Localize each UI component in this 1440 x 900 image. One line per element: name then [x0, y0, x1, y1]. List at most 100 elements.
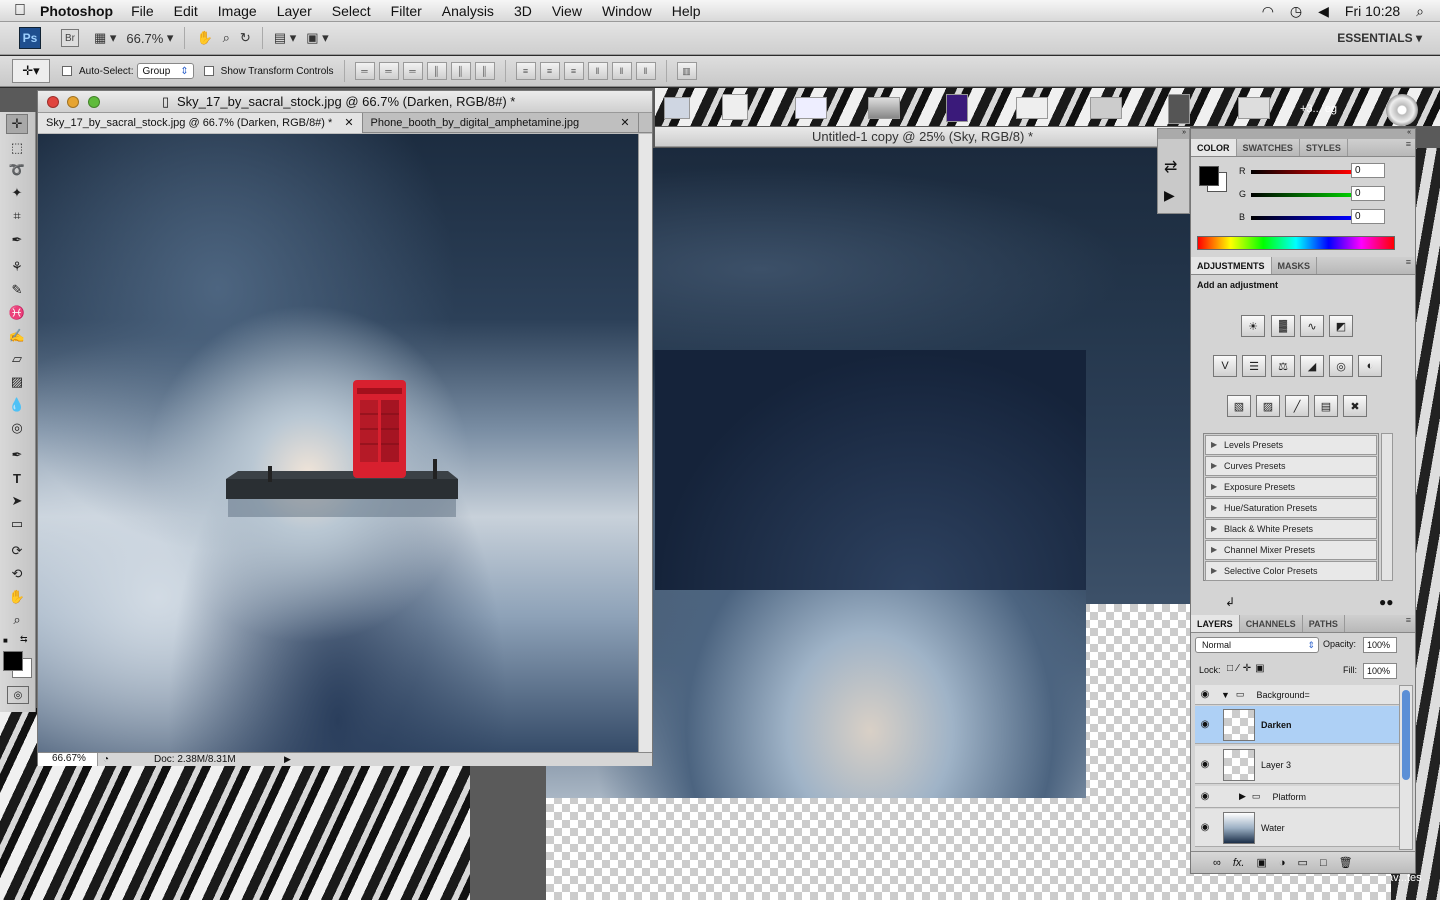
new-group-icon[interactable]: ▭ [1298, 856, 1308, 869]
layers-scrollbar-thumb[interactable] [1402, 690, 1410, 780]
clip-to-layer-icon[interactable]: ●● [1379, 595, 1394, 609]
blur-tool-icon[interactable]: 💧 [6, 395, 28, 415]
quick-mask-icon[interactable]: ◎ [7, 686, 29, 704]
layer-row-water[interactable]: ◉ Water [1195, 809, 1399, 847]
close-tab-icon[interactable]: ✕ [620, 113, 629, 133]
arrange-documents-button[interactable]: ▤ ▾ [269, 27, 301, 49]
auto-select-checkbox[interactable] [62, 66, 72, 76]
menu-edit[interactable]: Edit [174, 3, 198, 19]
distribute-top-button[interactable]: ≡ [515, 62, 536, 80]
move-tool-preset-picker[interactable]: ✛▾ [12, 59, 50, 83]
menu-filter[interactable]: Filter [391, 3, 422, 19]
auto-select-target-select[interactable]: Group ⇕ [137, 63, 194, 79]
tab-paths[interactable]: PATHS [1303, 615, 1345, 632]
desktop-file-thumbnail[interactable] [946, 94, 968, 122]
add-mask-icon[interactable]: ▣ [1256, 856, 1266, 869]
pen-tool-icon[interactable]: ✒ [6, 445, 28, 465]
layers-scrollbar[interactable] [1399, 685, 1413, 850]
new-adjustment-layer-icon[interactable]: ◑ [1279, 857, 1286, 869]
align-vertical-center-button[interactable]: ═ [378, 62, 399, 80]
shape-tool-icon[interactable]: ▭ [6, 514, 28, 534]
menu-select[interactable]: Select [332, 3, 371, 19]
disclosure-triangle-icon[interactable]: ▶ [1239, 791, 1246, 802]
vertical-scrollbar[interactable] [638, 134, 652, 752]
tab-adjustments[interactable]: ADJUSTMENTS [1191, 257, 1272, 274]
desktop-file-thumbnail[interactable] [868, 97, 900, 119]
lasso-tool-icon[interactable]: ➰ [6, 160, 28, 180]
status-menu-arrow-icon[interactable]: ▶ [284, 754, 291, 765]
magic-wand-tool-icon[interactable]: ✦ [6, 183, 28, 203]
preset-black-white[interactable]: Black & White Presets [1205, 519, 1377, 539]
disc-drive-icon[interactable] [1386, 94, 1418, 126]
bridge-launch-button[interactable]: Br [61, 29, 79, 47]
link-layers-icon[interactable]: ∞ [1213, 857, 1221, 869]
hand-tool-icon[interactable]: ✋ [191, 27, 217, 49]
green-channel-slider[interactable] [1251, 193, 1351, 197]
preset-selective-color[interactable]: Selective Color Presets [1205, 561, 1377, 581]
document-title-untitled[interactable]: Untitled-1 copy @ 25% (Sky, RGB/8) * [655, 127, 1190, 147]
align-top-button[interactable]: ═ [354, 62, 375, 80]
eraser-tool-icon[interactable]: ▱ [6, 349, 28, 369]
panel-menu-icon[interactable]: ≡ [1406, 257, 1415, 274]
fill-input[interactable]: 100% [1363, 663, 1397, 679]
desktop-file-thumbnail[interactable] [1016, 97, 1048, 119]
history-panel-icon[interactable]: ⇄ [1164, 157, 1177, 177]
menu-view[interactable]: View [552, 3, 582, 19]
workspace-switcher[interactable]: ESSENTIALS ▾ [1337, 31, 1422, 45]
status-info-icon[interactable]: ◔ [98, 754, 114, 765]
visibility-eye-icon[interactable]: ◉ [1195, 822, 1215, 833]
hand-tool-icon[interactable]: ✋ [6, 587, 28, 607]
visibility-eye-icon[interactable]: ◉ [1195, 719, 1215, 730]
levels-icon[interactable]: ▓ [1271, 315, 1295, 337]
visibility-eye-icon[interactable]: ◉ [1195, 791, 1215, 802]
preset-curves[interactable]: Curves Presets [1205, 456, 1377, 476]
close-tab-icon[interactable]: ✕ [344, 113, 353, 133]
color-spectrum-ramp[interactable] [1197, 236, 1395, 250]
rotate-view-icon[interactable]: ↻ [235, 27, 256, 49]
layer-group-row[interactable]: ◉ ▼ ▭ Background= [1195, 685, 1399, 705]
history-brush-tool-icon[interactable]: ✍ [6, 326, 28, 346]
tab-phone-booth-document[interactable]: Phone_booth_by_digital_amphetamine.jpg ✕ [363, 113, 639, 133]
apple-menu-icon[interactable]:  [0, 2, 40, 20]
clone-stamp-tool-icon[interactable]: ♓ [6, 303, 28, 323]
distribute-vertical-center-button[interactable]: ≡ [539, 62, 560, 80]
show-transform-controls-checkbox[interactable] [203, 66, 214, 76]
posterize-icon[interactable]: ▨ [1256, 395, 1280, 417]
foreground-color-swatch[interactable] [3, 651, 23, 671]
gradient-tool-icon[interactable]: ▨ [6, 372, 28, 392]
align-right-button[interactable]: ║ [474, 62, 495, 80]
blend-mode-select[interactable]: Normal ⇕ [1195, 637, 1319, 653]
distribute-right-button[interactable]: ‖ [635, 62, 656, 80]
desktop-file-thumbnail[interactable] [664, 97, 690, 119]
blue-channel-input[interactable]: 0 [1351, 209, 1385, 224]
menu-layer[interactable]: Layer [277, 3, 312, 19]
preset-hue-saturation[interactable]: Hue/Saturation Presets [1205, 498, 1377, 518]
visibility-eye-icon[interactable]: ◉ [1195, 689, 1215, 700]
menu-help[interactable]: Help [672, 3, 701, 19]
photo-filter-icon[interactable]: ◎ [1329, 355, 1353, 377]
panel-menu-icon[interactable]: ≡ [1406, 615, 1415, 632]
zoom-tool-icon[interactable]: ⌕ [218, 27, 235, 49]
zoom-window-icon[interactable] [88, 96, 100, 108]
desktop-file-thumbnail[interactable] [1238, 97, 1270, 119]
3d-rotate-tool-icon[interactable]: ⟳ [6, 541, 28, 561]
type-tool-icon[interactable]: T [6, 468, 28, 488]
red-channel-input[interactable]: 0 [1351, 163, 1385, 178]
layer-row-layer-3[interactable]: ◉ Layer 3 [1195, 746, 1399, 784]
brush-tool-icon[interactable]: ✎ [6, 280, 28, 300]
tab-sky-document[interactable]: Sky_17_by_sacral_stock.jpg @ 66.7% (Dark… [38, 113, 363, 133]
document-titlebar[interactable]: ▯ Sky_17_by_sacral_stock.jpg @ 66.7% (Da… [38, 91, 652, 113]
minimize-window-icon[interactable] [67, 96, 79, 108]
curves-icon[interactable]: ∿ [1300, 315, 1324, 337]
menu-image[interactable]: Image [218, 3, 257, 19]
black-white-icon[interactable]: ◢ [1300, 355, 1324, 377]
path-selection-tool-icon[interactable]: ➤ [6, 491, 28, 511]
desktop-file-thumbnail[interactable] [1090, 97, 1122, 119]
screen-mode-button[interactable]: ▣ ▾ [301, 27, 333, 49]
tab-swatches[interactable]: SWATCHES [1237, 139, 1300, 156]
align-left-button[interactable]: ║ [426, 62, 447, 80]
wifi-icon[interactable]: ◠ [1262, 3, 1274, 20]
document-canvas[interactable] [38, 134, 638, 752]
align-horizontal-center-button[interactable]: ║ [450, 62, 471, 80]
distribute-bottom-button[interactable]: ≡ [563, 62, 584, 80]
